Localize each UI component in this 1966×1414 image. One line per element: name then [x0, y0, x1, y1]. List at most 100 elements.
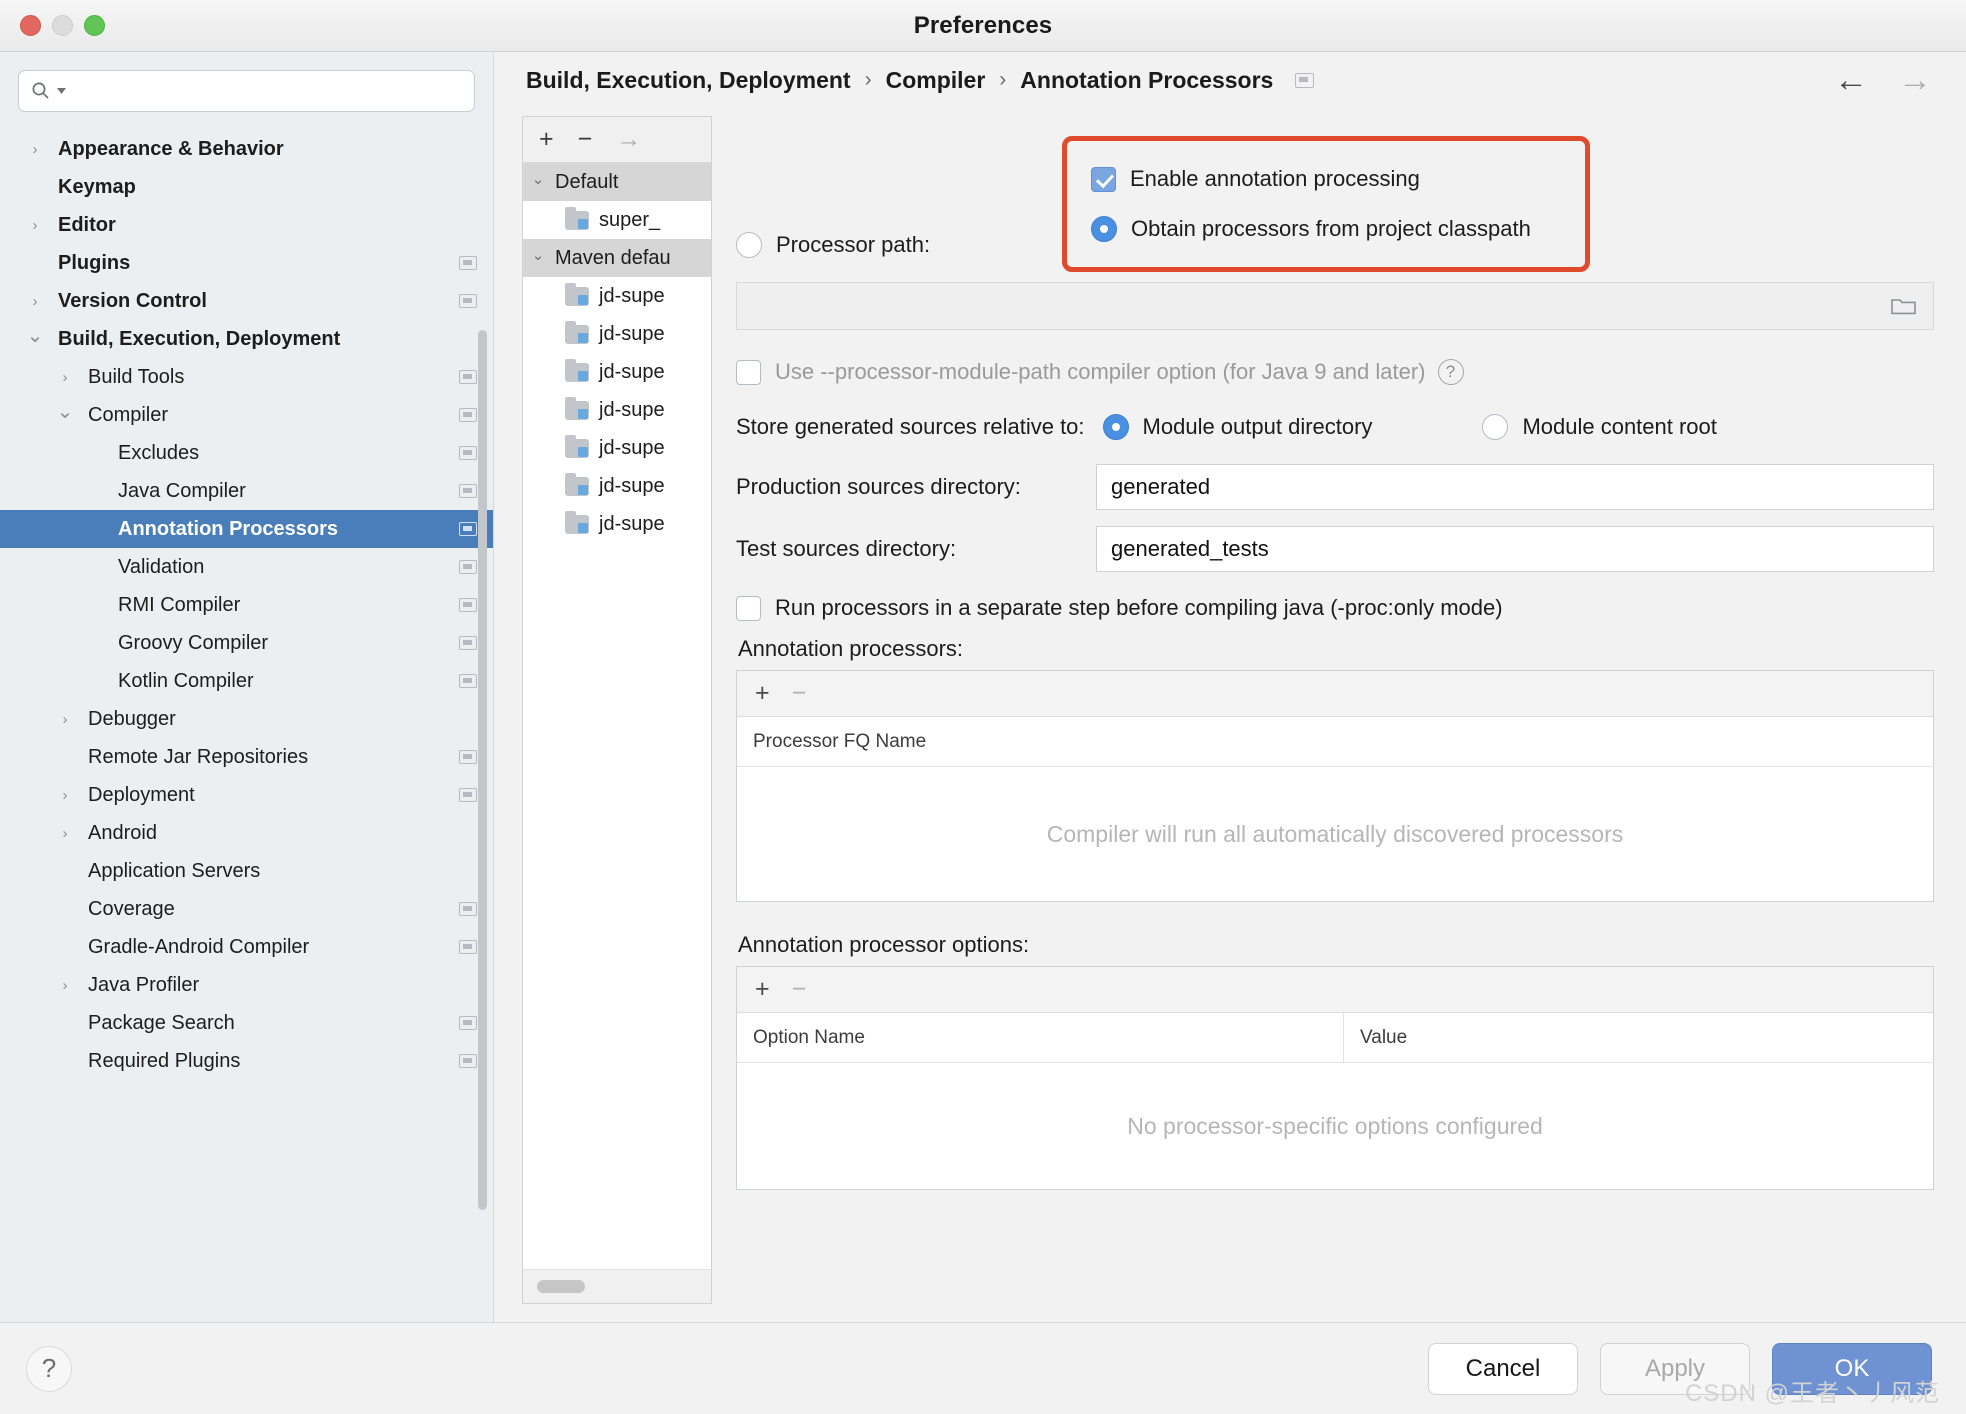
breadcrumb-part-0[interactable]: Build, Execution, Deployment: [526, 67, 851, 94]
test-sources-row: Test sources directory:: [736, 518, 1934, 580]
add-module-button[interactable]: +: [539, 127, 554, 152]
remove-processor-button[interactable]: −: [792, 681, 807, 706]
sidebar-item-editor[interactable]: ›Editor: [0, 206, 493, 244]
module-row[interactable]: jd-supe: [523, 505, 711, 543]
sidebar-item-annotation-processors[interactable]: Annotation Processors: [0, 510, 493, 548]
sidebar-item-android[interactable]: ›Android: [0, 814, 493, 852]
browse-folder-icon[interactable]: [1889, 294, 1919, 318]
tree-spacer: [22, 244, 48, 282]
chevron-right-icon[interactable]: ›: [52, 776, 78, 814]
breadcrumb-part-1[interactable]: Compiler: [886, 67, 986, 94]
options-column-name[interactable]: Option Name: [737, 1013, 1343, 1062]
module-group-row[interactable]: ⌄Default: [523, 163, 711, 201]
sidebar-item-java-compiler[interactable]: Java Compiler: [0, 472, 493, 510]
sidebar-item-build-execution-deployment[interactable]: ⌄Build, Execution, Deployment: [0, 320, 493, 358]
sidebar-item-package-search[interactable]: Package Search: [0, 1004, 493, 1042]
module-row[interactable]: super_: [523, 201, 711, 239]
obtain-processors-radio[interactable]: [1091, 216, 1117, 242]
sidebar-item-version-control[interactable]: ›Version Control: [0, 282, 493, 320]
sidebar-item-debugger[interactable]: ›Debugger: [0, 700, 493, 738]
processors-column-fqname[interactable]: Processor FQ Name: [737, 717, 1933, 766]
chevron-right-icon[interactable]: ›: [52, 358, 78, 396]
sidebar-item-deployment[interactable]: ›Deployment: [0, 776, 493, 814]
module-group-row[interactable]: ⌄Maven defau: [523, 239, 711, 277]
sidebar-item-label: Appearance & Behavior: [58, 138, 284, 161]
tree-spacer: [82, 472, 108, 510]
sidebar-item-label: Annotation Processors: [118, 518, 338, 541]
production-sources-input[interactable]: [1096, 464, 1934, 510]
enable-annotation-processing-checkbox[interactable]: [1091, 167, 1116, 192]
module-tree-hscroll-thumb[interactable]: [537, 1280, 585, 1293]
chevron-right-icon[interactable]: ›: [22, 206, 48, 244]
sidebar-scrollbar-track[interactable]: [481, 188, 490, 1068]
chevron-right-icon[interactable]: ›: [22, 130, 48, 168]
back-arrow-icon[interactable]: ←: [1834, 63, 1868, 97]
processor-path-radio[interactable]: [736, 232, 762, 258]
minimize-button[interactable]: [52, 15, 73, 36]
production-sources-row: Production sources directory:: [736, 456, 1934, 518]
chevron-down-icon[interactable]: ⌄: [523, 246, 553, 264]
project-scope-icon: [459, 788, 477, 802]
module-row[interactable]: jd-supe: [523, 277, 711, 315]
search-dropdown-icon[interactable]: [57, 88, 66, 95]
sidebar-scrollbar-thumb[interactable]: [478, 330, 487, 1210]
chevron-down-icon[interactable]: ⌄: [52, 393, 78, 431]
move-module-button[interactable]: →: [616, 127, 641, 152]
sidebar-item-application-servers[interactable]: Application Servers: [0, 852, 493, 890]
chevron-right-icon[interactable]: ›: [22, 282, 48, 320]
chevron-right-icon[interactable]: ›: [52, 966, 78, 1004]
sidebar-item-groovy-compiler[interactable]: Groovy Compiler: [0, 624, 493, 662]
module-output-directory-radio[interactable]: [1103, 414, 1129, 440]
window-title: Preferences: [0, 12, 1966, 40]
sidebar-item-kotlin-compiler[interactable]: Kotlin Compiler: [0, 662, 493, 700]
processor-module-path-help-icon[interactable]: ?: [1438, 359, 1464, 385]
run-separate-step-checkbox[interactable]: [736, 596, 761, 621]
sidebar-item-gradle-android-compiler[interactable]: Gradle-Android Compiler: [0, 928, 493, 966]
breadcrumb-part-2[interactable]: Annotation Processors: [1020, 67, 1273, 94]
sidebar-item-coverage[interactable]: Coverage: [0, 890, 493, 928]
zoom-button[interactable]: [84, 15, 105, 36]
sidebar-item-rmi-compiler[interactable]: RMI Compiler: [0, 586, 493, 624]
chevron-down-icon[interactable]: ⌄: [22, 317, 48, 355]
add-processor-button[interactable]: +: [755, 681, 770, 706]
sidebar-item-compiler[interactable]: ⌄Compiler: [0, 396, 493, 434]
search-input[interactable]: [72, 71, 462, 111]
sidebar-item-plugins[interactable]: Plugins: [0, 244, 493, 282]
cancel-button[interactable]: Cancel: [1428, 1343, 1578, 1395]
module-row[interactable]: jd-supe: [523, 391, 711, 429]
chevron-right-icon[interactable]: ›: [52, 700, 78, 738]
sidebar-item-required-plugins[interactable]: Required Plugins: [0, 1042, 493, 1080]
module-row[interactable]: jd-supe: [523, 429, 711, 467]
sidebar-item-excludes[interactable]: Excludes: [0, 434, 493, 472]
processor-module-path-checkbox[interactable]: [736, 360, 761, 385]
options-table-title: Annotation processor options:: [738, 932, 1934, 958]
module-name: jd-supe: [595, 475, 665, 498]
module-row[interactable]: jd-supe: [523, 315, 711, 353]
module-content-root-radio[interactable]: [1482, 414, 1508, 440]
breadcrumb-nav: ← →: [1834, 63, 1932, 97]
breadcrumb: Build, Execution, Deployment › Compiler …: [494, 52, 1966, 108]
add-option-button[interactable]: +: [755, 977, 770, 1002]
processor-path-input[interactable]: [736, 282, 1934, 330]
help-button[interactable]: ?: [26, 1346, 72, 1392]
close-button[interactable]: [20, 15, 41, 36]
sidebar-item-keymap[interactable]: Keymap: [0, 168, 493, 206]
breadcrumb-separator-0: ›: [865, 68, 872, 92]
sidebar-item-build-tools[interactable]: ›Build Tools: [0, 358, 493, 396]
sidebar-item-validation[interactable]: Validation: [0, 548, 493, 586]
sidebar-item-java-profiler[interactable]: ›Java Profiler: [0, 966, 493, 1004]
module-tree-hscrollbar[interactable]: [523, 1269, 711, 1303]
forward-arrow-icon[interactable]: →: [1898, 63, 1932, 97]
chevron-down-icon[interactable]: ⌄: [523, 170, 553, 188]
remove-option-button[interactable]: −: [792, 977, 807, 1002]
sidebar-item-remote-jar-repositories[interactable]: Remote Jar Repositories: [0, 738, 493, 776]
test-sources-input[interactable]: [1096, 526, 1934, 572]
module-row[interactable]: jd-supe: [523, 353, 711, 391]
remove-module-button[interactable]: −: [578, 127, 593, 152]
sidebar-item-appearance-behavior[interactable]: › Appearance & Behavior: [0, 130, 493, 168]
options-column-value[interactable]: Value: [1343, 1013, 1933, 1062]
module-row[interactable]: jd-supe: [523, 467, 711, 505]
module-name: jd-supe: [595, 437, 665, 460]
chevron-right-icon[interactable]: ›: [52, 814, 78, 852]
search-box[interactable]: [18, 70, 475, 112]
